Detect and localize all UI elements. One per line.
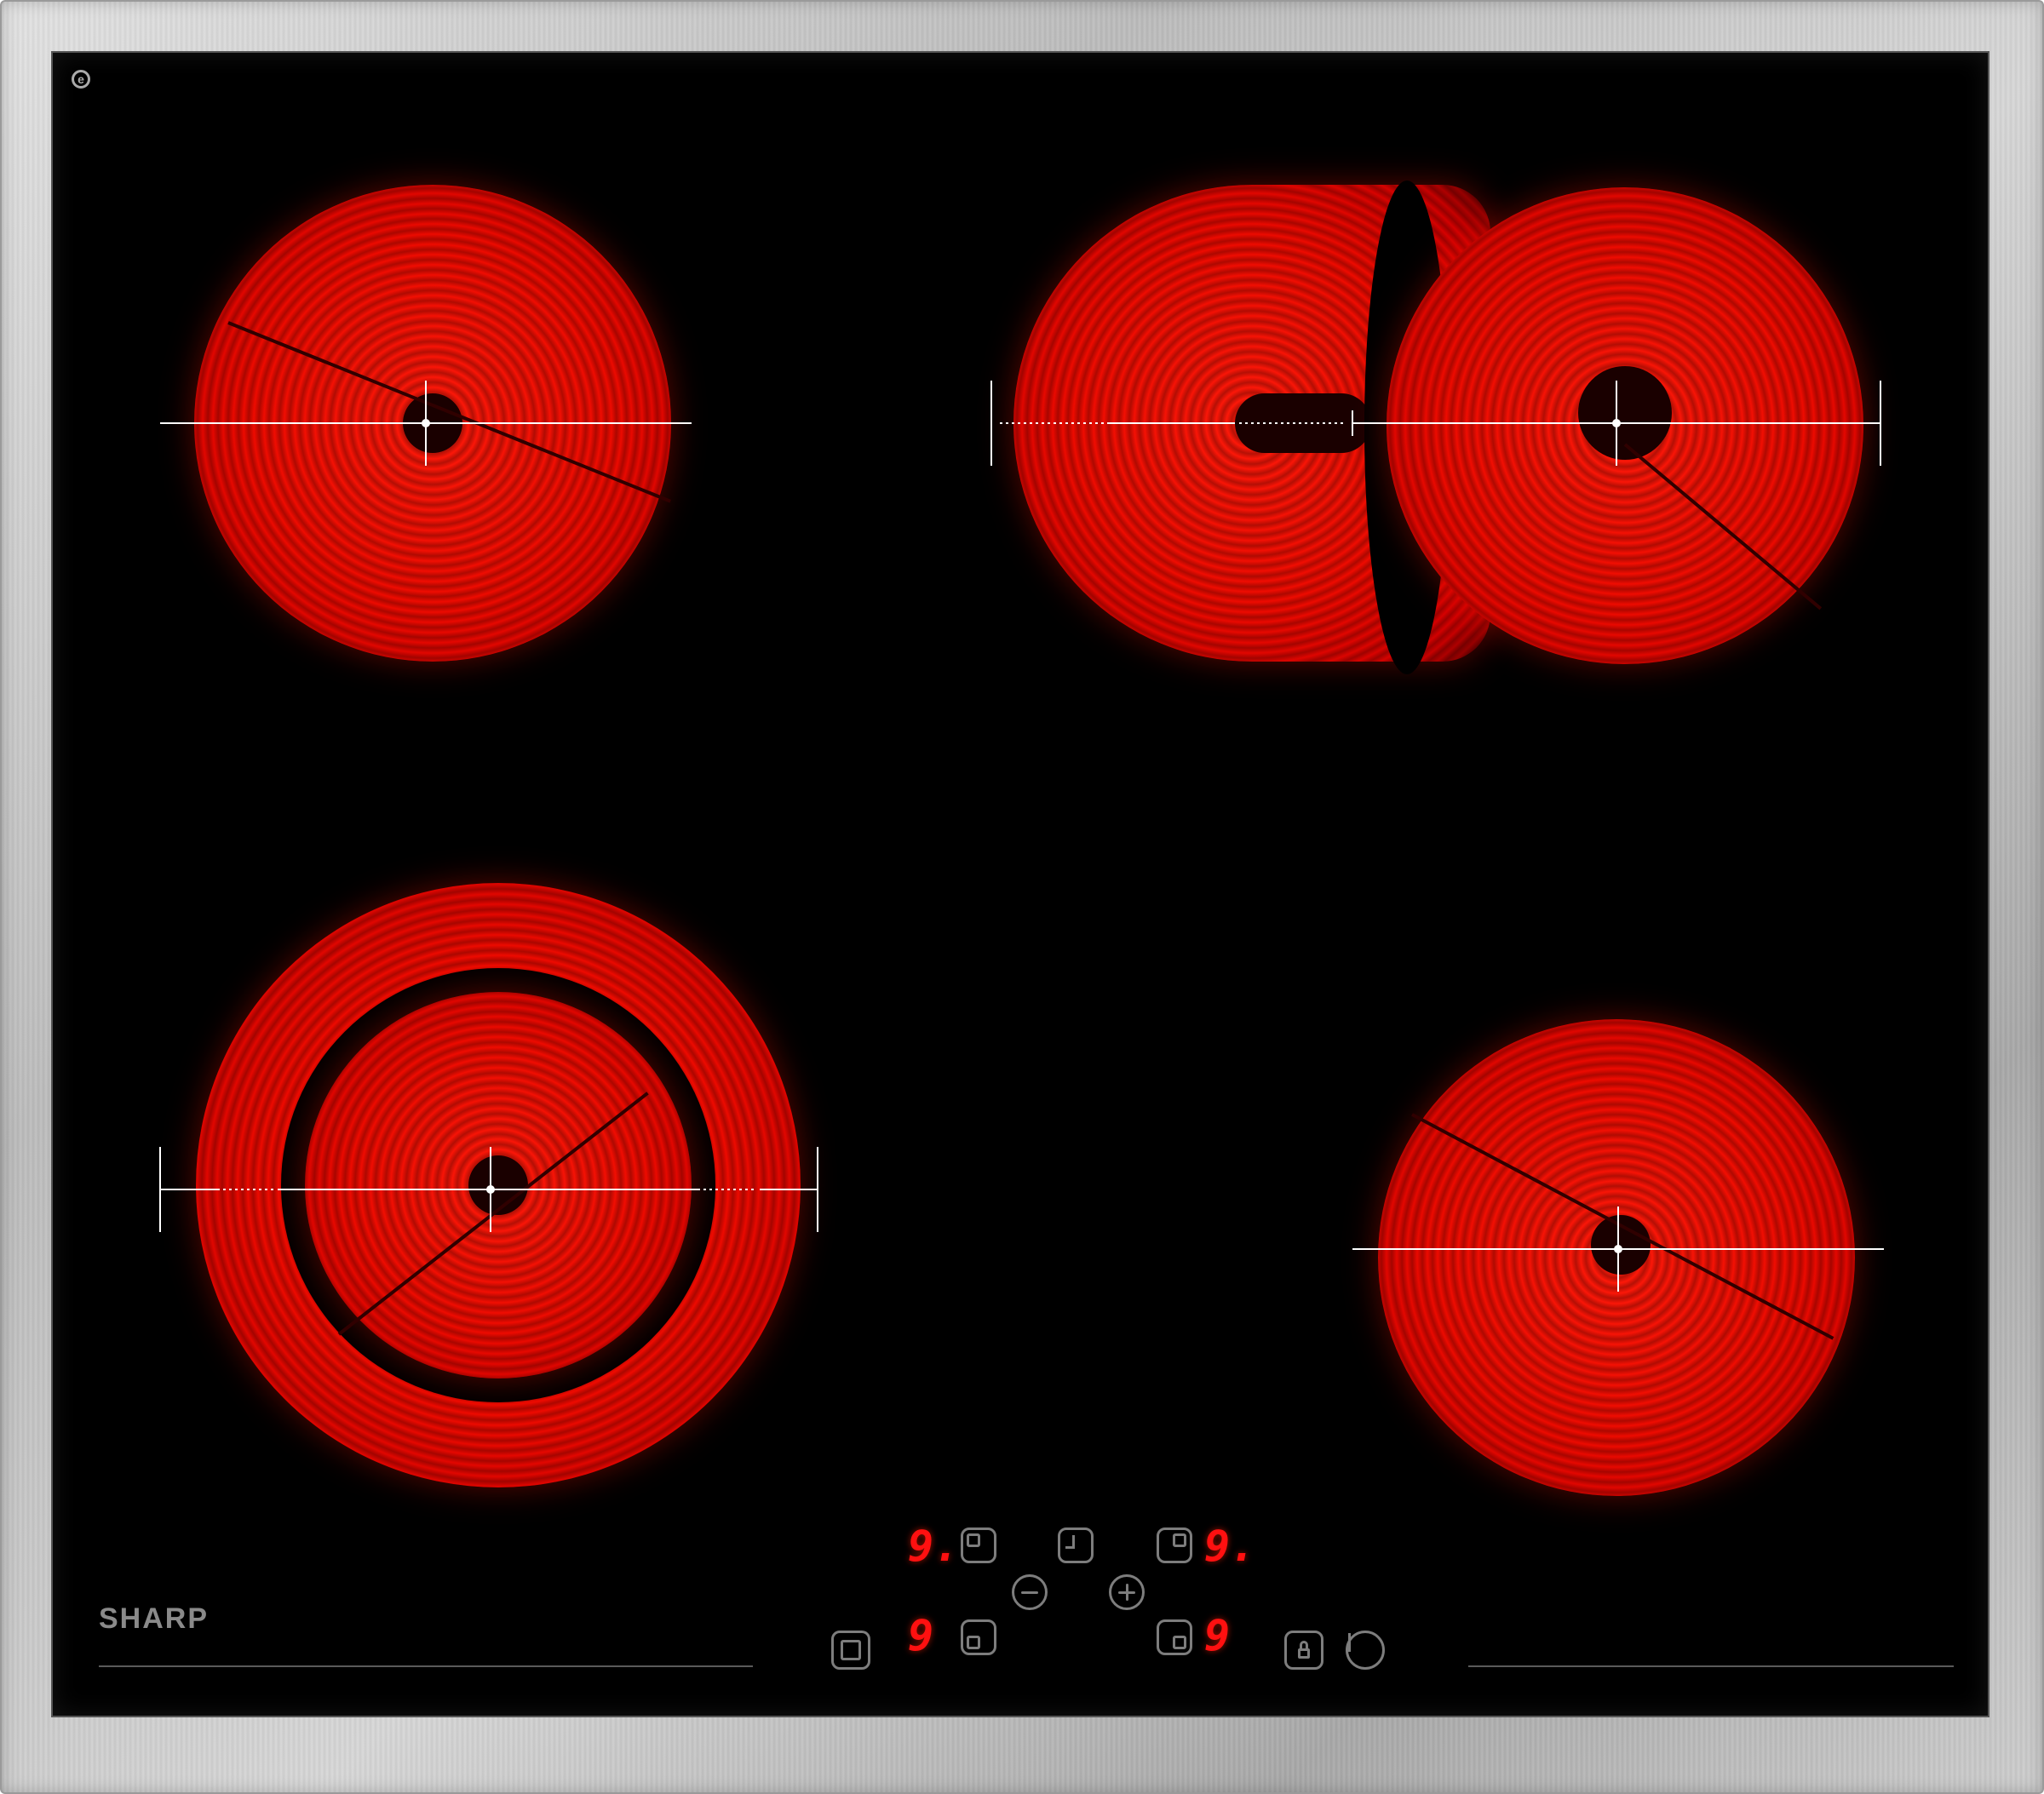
cooking-zone-rear-right[interactable] bbox=[1387, 187, 1863, 664]
rear-right-zone-icon[interactable] bbox=[1157, 1527, 1192, 1563]
cooking-zone-front-left-inner[interactable] bbox=[305, 992, 692, 1378]
zone-crack bbox=[227, 321, 671, 503]
plus-icon[interactable] bbox=[1109, 1574, 1145, 1610]
front-right-zone-icon[interactable] bbox=[1157, 1619, 1192, 1655]
display-front-right: 9 bbox=[1204, 1611, 1231, 1660]
brand-logo: SHARP bbox=[99, 1602, 210, 1635]
timer-icon[interactable] bbox=[1058, 1527, 1094, 1563]
certification-mark-icon: e bbox=[72, 70, 90, 89]
extra-zone-icon[interactable] bbox=[831, 1631, 870, 1670]
zone-crack bbox=[1623, 443, 1823, 610]
left-divider-line bbox=[99, 1665, 753, 1667]
front-left-zone-icon[interactable] bbox=[961, 1619, 996, 1655]
power-icon[interactable] bbox=[1346, 1631, 1385, 1670]
zone-hub bbox=[1235, 393, 1371, 453]
zone-crack bbox=[1411, 1113, 1834, 1340]
cooking-zone-front-right[interactable] bbox=[1378, 1019, 1855, 1496]
right-divider-line bbox=[1468, 1665, 1954, 1667]
display-rear-left: 9. bbox=[908, 1522, 960, 1571]
zone-hub bbox=[468, 1155, 528, 1215]
ceramic-glass-surface: e SHARP 9. 9. 9 9 bbox=[53, 53, 1988, 1716]
rear-left-zone-icon[interactable] bbox=[961, 1527, 996, 1563]
display-rear-right: 9. bbox=[1204, 1522, 1256, 1571]
zone-crack bbox=[337, 1092, 649, 1336]
lock-icon[interactable] bbox=[1284, 1631, 1323, 1670]
zone-hub bbox=[403, 393, 462, 453]
display-front-left: 9 bbox=[908, 1611, 934, 1660]
minus-icon[interactable] bbox=[1012, 1574, 1048, 1610]
cooking-zone-rear-left[interactable] bbox=[194, 185, 671, 662]
